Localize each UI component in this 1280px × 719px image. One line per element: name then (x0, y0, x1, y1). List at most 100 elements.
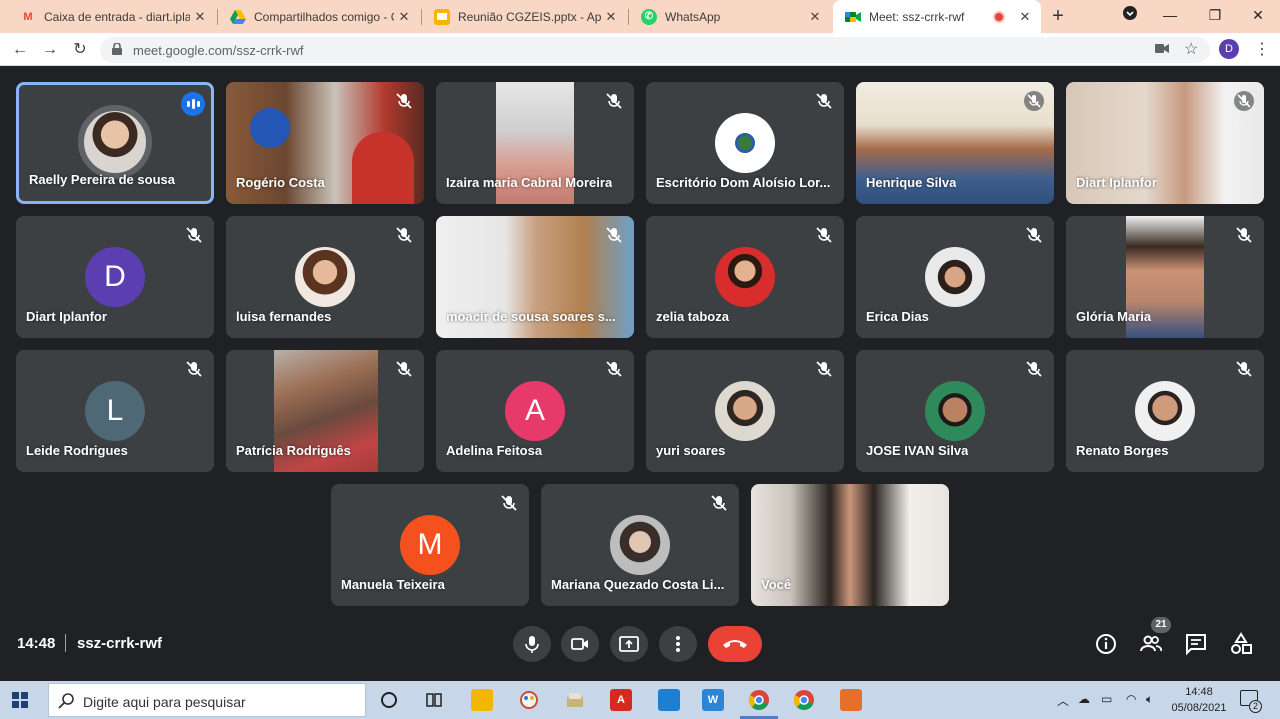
task-view-icon[interactable] (425, 691, 443, 709)
participant-tile[interactable]: Erica Dias (856, 216, 1054, 338)
participant-tile[interactable]: Glória Maria (1066, 216, 1264, 338)
participant-tile[interactable]: yuri soares (646, 350, 844, 472)
participant-count-badge: 21 (1151, 617, 1171, 633)
browser-menu-icon[interactable]: ⋮ (1254, 39, 1270, 59)
system-clock[interactable]: 14:48 05/08/2021 (1168, 684, 1230, 716)
participant-tile[interactable]: Mariana Quezado Costa Li... (541, 484, 739, 606)
chat-icon[interactable] (1184, 632, 1208, 656)
chrome-icon[interactable] (793, 689, 815, 711)
self-view-tile[interactable]: Você (751, 484, 949, 606)
participant-tile[interactable]: JOSE IVAN Silva (856, 350, 1054, 472)
document-app-icon[interactable] (840, 689, 862, 711)
mic-off-icon (816, 361, 832, 377)
close-window-button[interactable]: ✕ (1238, 0, 1278, 30)
participant-tile[interactable]: L Leide Rodrigues (16, 350, 214, 472)
show-hidden-icons-icon[interactable]: ︿ (1057, 692, 1069, 709)
reload-button[interactable]: ↻ (68, 38, 92, 62)
cortana-icon[interactable] (380, 691, 398, 709)
present-screen-button[interactable] (610, 626, 648, 662)
tab-title: Caixa de entrada - diart.iplanfor (44, 9, 190, 24)
file-explorer-icon[interactable] (471, 689, 493, 711)
participant-name: Rogério Costa (236, 175, 325, 190)
close-icon[interactable]: ✕ (601, 9, 621, 25)
onedrive-icon[interactable]: ☁ (1078, 692, 1090, 706)
camera-button[interactable] (561, 626, 599, 662)
participant-name: Henrique Silva (866, 175, 957, 190)
app-icon[interactable] (564, 689, 586, 711)
more-options-button[interactable] (659, 626, 697, 662)
profile-avatar[interactable]: D (1219, 39, 1239, 59)
tab-slides[interactable]: Reunião CGZEIS.pptx - Apresentações ✕ (422, 0, 627, 33)
close-icon[interactable]: ✕ (1015, 9, 1035, 25)
acrobat-icon[interactable]: A (610, 689, 632, 711)
avatar (925, 381, 985, 441)
avatar (295, 247, 355, 307)
mic-off-icon (711, 495, 727, 511)
storage-app-icon[interactable] (658, 689, 680, 711)
participant-tile[interactable]: moacir de sousa soares s... (436, 216, 634, 338)
participant-tile[interactable]: Izaira maria Cabral Moreira (436, 82, 634, 204)
participant-tile[interactable]: M Manuela Teixeira (331, 484, 529, 606)
participant-tile[interactable]: D Diart Iplanfor (16, 216, 214, 338)
tab-search-button[interactable] (1110, 0, 1150, 30)
participant-tile[interactable]: Escritório Dom Aloísio Lor... (646, 82, 844, 204)
mic-off-icon (1234, 91, 1254, 111)
tab-drive[interactable]: Compartilhados comigo - Google Drive ✕ (218, 0, 420, 33)
avatar-letter: L (85, 381, 145, 441)
lock-icon (112, 43, 122, 55)
volume-icon[interactable]: 🔈︎ (1146, 692, 1153, 707)
new-tab-button[interactable]: + (1046, 5, 1070, 29)
leave-call-button[interactable] (708, 626, 762, 662)
participant-tile[interactable]: Henrique Silva (856, 82, 1054, 204)
taskbar-search-input[interactable]: Digite aqui para pesquisar (48, 683, 366, 717)
participant-tile[interactable]: Rogério Costa (226, 82, 424, 204)
avatar (1135, 381, 1195, 441)
tab-whatsapp[interactable]: ✆ WhatsApp ✕ (629, 0, 831, 33)
activities-icon[interactable] (1229, 632, 1253, 656)
restore-button[interactable]: ❐ (1195, 0, 1235, 30)
close-icon[interactable]: ✕ (805, 9, 825, 25)
people-icon[interactable] (1139, 632, 1163, 656)
bookmark-star-icon[interactable]: ☆ (1184, 39, 1198, 59)
chrome-profile-icon[interactable] (748, 689, 770, 711)
recording-icon (993, 10, 1005, 23)
search-placeholder: Digite aqui para pesquisar (83, 694, 246, 710)
minimize-button[interactable]: — (1150, 0, 1190, 30)
camera-permission-icon[interactable] (1155, 41, 1169, 57)
battery-icon[interactable]: ▭ (1101, 692, 1112, 706)
mic-off-icon (396, 227, 412, 243)
organization-logo (715, 113, 775, 173)
back-button[interactable]: ← (8, 38, 32, 62)
meeting-details-icon[interactable] (1094, 632, 1118, 656)
mic-off-icon (186, 227, 202, 243)
participant-tile[interactable]: Diart Iplanfor (1066, 82, 1264, 204)
meeting-time: 14:48 (17, 635, 56, 652)
participant-tile[interactable]: zelia taboza (646, 216, 844, 338)
forward-button[interactable]: → (38, 38, 62, 62)
tab-gmail[interactable]: M Caixa de entrada - diart.iplanfor ✕ (8, 0, 216, 33)
wifi-icon[interactable]: ◠ (1126, 692, 1136, 706)
close-icon[interactable]: ✕ (190, 9, 210, 25)
tab-title: Meet: ssz-crrk-rwf (869, 9, 965, 24)
tab-meet[interactable]: Meet: ssz-crrk-rwf ✕ (833, 0, 1041, 33)
windows-start-icon[interactable] (12, 692, 28, 708)
participant-name: Você (761, 577, 792, 592)
participant-tile[interactable]: Renato Borges (1066, 350, 1264, 472)
drive-icon (230, 9, 246, 25)
microphone-button[interactable] (513, 626, 551, 662)
paint-icon[interactable] (518, 689, 540, 711)
participant-tile[interactable]: Raelly Pereira de sousa (16, 82, 214, 204)
participant-tile[interactable]: Patrícia Rodriguês (226, 350, 424, 472)
participant-tile[interactable]: luisa fernandes (226, 216, 424, 338)
mic-off-icon (816, 227, 832, 243)
windows-taskbar: Digite aqui para pesquisar A W ︿ ☁ ▭ ◠ 🔈… (0, 681, 1280, 719)
tab-title: Compartilhados comigo - Google Drive (254, 9, 394, 24)
participant-tile[interactable]: A Adelina Feitosa (436, 350, 634, 472)
avatar (715, 247, 775, 307)
tab-title: WhatsApp (665, 9, 721, 24)
url-field[interactable]: meet.google.com/ssz-crrk-rwf (100, 37, 1210, 63)
participant-figure (352, 132, 414, 204)
close-icon[interactable]: ✕ (394, 9, 414, 25)
word-icon[interactable]: W (702, 689, 724, 711)
mic-off-icon (1236, 361, 1252, 377)
